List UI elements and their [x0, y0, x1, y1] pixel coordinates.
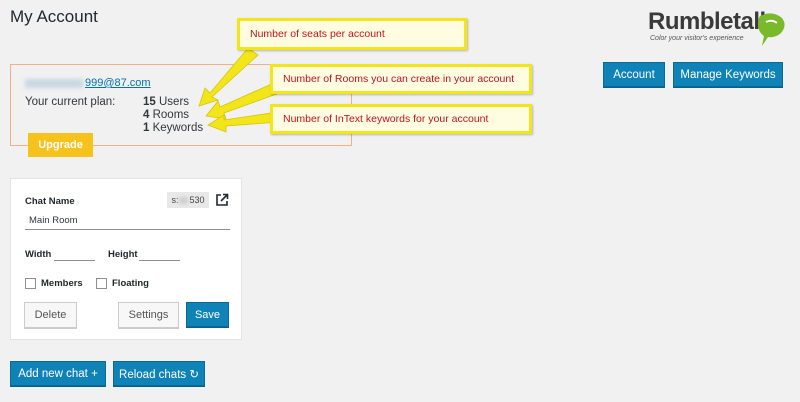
save-button[interactable]: Save	[186, 302, 229, 327]
add-new-chat-button[interactable]: Add new chat +	[10, 361, 106, 386]
height-label: Height	[108, 249, 138, 260]
chat-name-input[interactable]	[25, 212, 230, 230]
width-input[interactable]	[54, 247, 95, 261]
floating-checkbox[interactable]	[96, 278, 107, 289]
callout-rooms: Number of Rooms you can create in your a…	[270, 64, 532, 94]
callout-keywords: Number of InText keywords for your accou…	[270, 104, 532, 134]
chat-id-badge: s: 530	[167, 192, 209, 208]
chat-id-redaction	[179, 196, 189, 204]
height-input[interactable]	[139, 247, 180, 261]
reload-chats-button[interactable]: Reload chats ↻	[113, 361, 205, 386]
callout-seats: Number of seats per account	[237, 18, 467, 50]
manage-keywords-button[interactable]: Manage Keywords	[673, 62, 783, 87]
chat-name-label: Chat Name	[25, 196, 75, 207]
delete-button[interactable]: Delete	[24, 302, 77, 328]
members-checkbox[interactable]	[25, 278, 36, 289]
chat-id-suffix: 530	[189, 195, 205, 205]
chat-id-prefix: s:	[171, 195, 179, 205]
settings-button[interactable]: Settings	[118, 302, 179, 328]
floating-label: Floating	[112, 278, 149, 289]
account-button[interactable]: Account	[603, 62, 665, 87]
width-label: Width	[25, 249, 52, 260]
open-external-icon[interactable]	[215, 193, 229, 207]
chat-card: Chat Name s: 530 Width Height Members Flo…	[10, 178, 242, 340]
members-label: Members	[41, 278, 83, 289]
